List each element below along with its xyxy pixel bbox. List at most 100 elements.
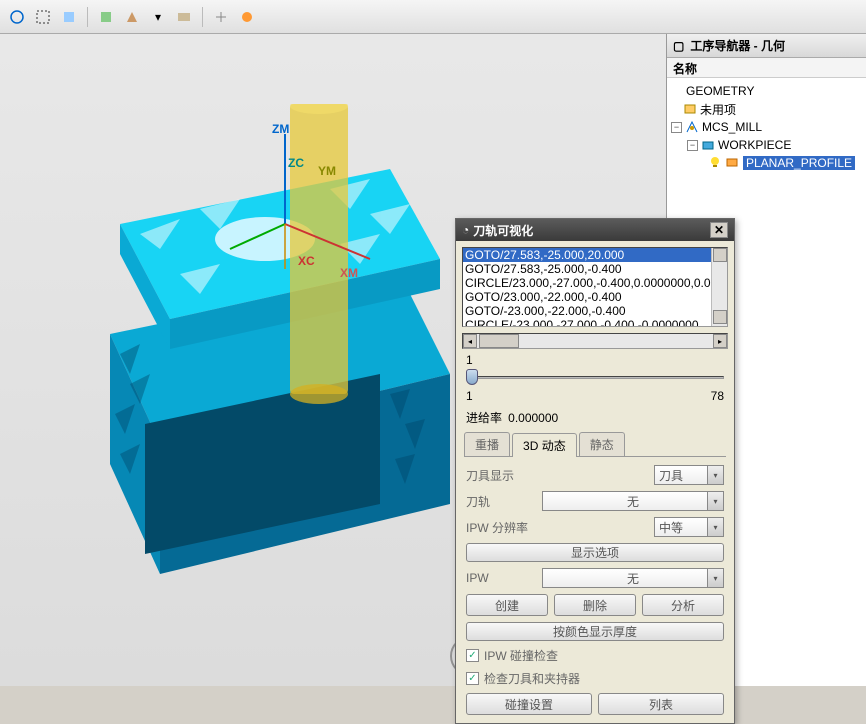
gcode-line[interactable]: CIRCLE/-23.000,-27.000,-0.400,-0.0000000…: [463, 318, 727, 327]
delete-button[interactable]: 删除: [554, 594, 636, 616]
collision-settings-button[interactable]: 碰撞设置: [466, 693, 592, 715]
navigator-header: ▢ 工序导航器 - 几何: [667, 34, 866, 58]
close-button[interactable]: ✕: [710, 222, 728, 238]
axis-zm: ZM: [272, 122, 289, 136]
ipw-res-label: IPW 分辨率: [466, 519, 536, 536]
tool-icon-6[interactable]: [173, 6, 195, 28]
collapse-icon[interactable]: −: [687, 140, 698, 151]
select-value: 无: [627, 570, 639, 587]
tab-static[interactable]: 静态: [579, 432, 625, 456]
gcode-line[interactable]: GOTO/-23.000,-22.000,-0.400: [463, 304, 727, 318]
scroll-right-icon[interactable]: ▸: [713, 334, 727, 348]
axis-xm: XM: [340, 266, 358, 280]
tool-icon-4[interactable]: [95, 6, 117, 28]
dialog-title: 刀轨可视化: [473, 222, 533, 239]
feedrate-value: 0.000000: [508, 411, 558, 425]
checkbox-label: IPW 碰撞检查: [484, 647, 558, 664]
vertical-scrollbar[interactable]: [711, 248, 727, 326]
gcode-line[interactable]: GOTO/27.583,-25.000,-0.400: [463, 262, 727, 276]
tree-label: MCS_MILL: [702, 120, 762, 134]
lightbulb-icon: [709, 156, 723, 170]
tab-3d-dynamic[interactable]: 3D 动态: [512, 433, 577, 457]
feedrate-label: 进给率: [466, 411, 502, 425]
3d-model: ZM ZC YM XC XM: [60, 104, 480, 584]
navigator-title: 工序导航器 - 几何: [690, 37, 785, 54]
animation-slider[interactable]: [466, 369, 724, 387]
dropdown-icon[interactable]: ▾: [707, 492, 723, 510]
tree-mcs[interactable]: − MCS_MILL: [669, 118, 864, 136]
ipw-res-select[interactable]: 中等 ▾: [654, 517, 724, 537]
tool-display-select[interactable]: 刀具 ▾: [654, 465, 724, 485]
tree-workpiece[interactable]: − WORKPIECE: [669, 136, 864, 154]
feedrate-display: 进给率 0.000000: [456, 407, 734, 428]
dialog-icon: ◔: [462, 223, 469, 237]
mcs-icon: [685, 120, 699, 134]
axis-ym: YM: [318, 164, 336, 178]
dropdown-icon[interactable]: ▾: [707, 518, 723, 536]
axis-xc: XC: [298, 254, 315, 268]
tab-strip: 重播 3D 动态 静态: [464, 432, 726, 457]
tool-display-label: 刀具显示: [466, 467, 536, 484]
slider-max: 78: [711, 389, 724, 403]
ipw-collision-checkbox[interactable]: ✓ IPW 碰撞检查: [466, 647, 724, 664]
path-label: 刀轨: [466, 493, 536, 510]
scroll-left-icon[interactable]: ◂: [463, 334, 477, 348]
create-button[interactable]: 创建: [466, 594, 548, 616]
axis-zc: ZC: [288, 156, 304, 170]
path-select[interactable]: 无 ▾: [542, 491, 724, 511]
tree-unused[interactable]: 未用项: [669, 100, 864, 118]
folder-icon: [669, 84, 683, 98]
analyze-button[interactable]: 分析: [642, 594, 724, 616]
checkbox-label: 检查刀具和夹持器: [484, 670, 580, 687]
tool-icon-8[interactable]: [236, 6, 258, 28]
list-button[interactable]: 列表: [598, 693, 724, 715]
top-toolbar: ▾: [0, 0, 866, 34]
horizontal-scrollbar[interactable]: ◂ ▸: [462, 333, 728, 349]
column-header[interactable]: 名称: [667, 58, 866, 78]
show-options-button[interactable]: 显示选项: [466, 543, 724, 562]
slider-handle[interactable]: [466, 369, 478, 385]
gcode-listbox[interactable]: GOTO/27.583,-25.000,20.000 GOTO/27.583,-…: [462, 247, 728, 327]
checkbox-icon[interactable]: ✓: [466, 649, 479, 662]
tree-label: WORKPIECE: [718, 138, 791, 152]
select-value: 中等: [659, 519, 683, 536]
select-value: 刀具: [659, 467, 683, 484]
color-thickness-button[interactable]: 按颜色显示厚度: [466, 622, 724, 641]
tool-icon-2[interactable]: [32, 6, 54, 28]
dialog-titlebar[interactable]: ◔ 刀轨可视化 ✕: [456, 219, 734, 241]
select-value: 无: [627, 493, 639, 510]
pin-icon[interactable]: ▢: [673, 39, 684, 53]
gcode-line[interactable]: CIRCLE/23.000,-27.000,-0.400,0.0000000,0…: [463, 276, 727, 290]
tab-content: 刀具显示 刀具 ▾ 刀轨 无 ▾ IPW 分辨率 中等 ▾ 显示选项 IPW 无: [456, 457, 734, 723]
checkbox-icon[interactable]: ✓: [466, 672, 479, 685]
tree-label-selected: PLANAR_PROFILE: [743, 156, 855, 170]
dropdown-icon[interactable]: ▾: [707, 466, 723, 484]
tree-operation[interactable]: PLANAR_PROFILE: [669, 154, 864, 172]
dropdown-icon[interactable]: ▾: [707, 569, 723, 587]
scroll-down-icon[interactable]: [713, 310, 727, 324]
gcode-line-selected[interactable]: GOTO/27.583,-25.000,20.000: [463, 248, 727, 262]
tool-icon-3[interactable]: [58, 6, 80, 28]
ipw-select[interactable]: 无 ▾: [542, 568, 724, 588]
tab-replay[interactable]: 重播: [464, 432, 510, 456]
check-tool-holder-checkbox[interactable]: ✓ 检查刀具和夹持器: [466, 670, 724, 687]
op-icon: [726, 156, 740, 170]
tool-icon-5[interactable]: [121, 6, 143, 28]
tree-label: GEOMETRY: [686, 84, 754, 98]
scroll-up-icon[interactable]: [713, 248, 727, 262]
slider-min: 1: [466, 389, 473, 403]
ipw-label: IPW: [466, 571, 536, 585]
item-icon: [683, 102, 697, 116]
scroll-thumb[interactable]: [479, 334, 519, 348]
geometry-tree[interactable]: GEOMETRY 未用项 − MCS_MILL − WORKPIECE PLAN…: [667, 78, 866, 176]
tree-label: 未用项: [700, 101, 736, 118]
tool-icon-1[interactable]: [6, 6, 28, 28]
tree-root[interactable]: GEOMETRY: [669, 82, 864, 100]
dropdown-icon[interactable]: ▾: [147, 6, 169, 28]
slider-value: 1: [466, 353, 473, 367]
collapse-icon[interactable]: −: [671, 122, 682, 133]
gcode-line[interactable]: GOTO/23.000,-22.000,-0.400: [463, 290, 727, 304]
tool-icon-7[interactable]: [210, 6, 232, 28]
toolpath-visualization-dialog: ◔ 刀轨可视化 ✕ GOTO/27.583,-25.000,20.000 GOT…: [455, 218, 735, 724]
workpiece-icon: [701, 138, 715, 152]
